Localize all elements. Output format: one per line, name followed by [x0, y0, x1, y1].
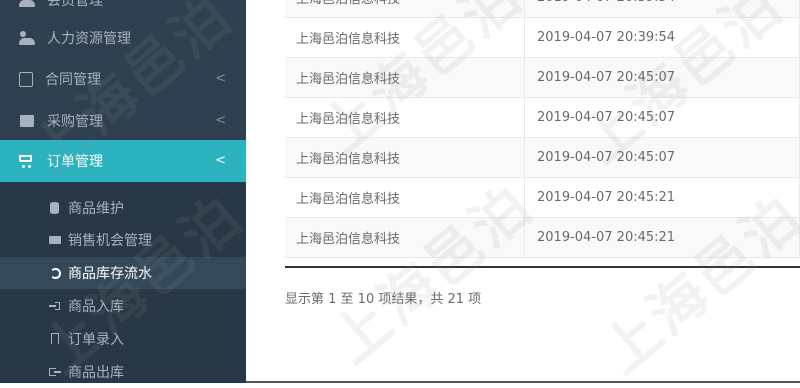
chevron-left-icon: <: [215, 113, 226, 128]
submenu-item-order-entry[interactable]: 订单录入: [0, 323, 246, 355]
orders-submenu: 商品维护 销售机会管理 商品库存流水 商品入库 订单录入 商品出库: [0, 182, 246, 383]
bookmark-icon: [49, 333, 61, 345]
time-cell: 2019-04-07 20:45:21: [525, 218, 800, 257]
time-cell: 2019-04-07 20:45:07: [525, 58, 800, 97]
sidebar-item-hr[interactable]: 人力资源管理: [0, 17, 246, 59]
sidebar: 会员管理 人力资源管理 合同管理 < 采购管理 < 订单管理 < 商品维护 销售…: [0, 0, 246, 383]
sidebar-item-label: 合同管理: [45, 72, 101, 88]
table-row[interactable]: 上海邑泊信息科技 2019-04-07 20:45:07: [285, 138, 800, 178]
table-row[interactable]: 上海邑泊信息科技 2019-04-07 20:39:54: [285, 0, 800, 18]
sidebar-item-orders[interactable]: 订单管理 <: [0, 140, 246, 182]
company-cell: 上海邑泊信息科技: [285, 58, 525, 97]
company-cell: 上海邑泊信息科技: [285, 18, 525, 57]
users-icon: [19, 30, 35, 46]
company-cell: 上海邑泊信息科技: [285, 178, 525, 217]
time-cell: 2019-04-07 20:39:54: [525, 0, 800, 17]
export-icon: [49, 366, 61, 378]
submenu-item-stock-out[interactable]: 商品出库: [0, 356, 246, 388]
submenu-item-label: 商品出库: [68, 365, 124, 381]
inventory-flow-table: 上海邑泊信息科技 2019-04-07 20:39:54 上海邑泊信息科技 20…: [285, 0, 800, 268]
sidebar-item-contracts[interactable]: 合同管理 <: [0, 58, 246, 100]
submenu-item-label: 商品入库: [68, 299, 124, 315]
submenu-item-label: 商品维护: [68, 201, 124, 217]
company-cell: 上海邑泊信息科技: [285, 138, 525, 177]
submenu-item-inventory-flow[interactable]: 商品库存流水: [0, 257, 246, 289]
archive-icon: [19, 113, 35, 129]
table-row[interactable]: 上海邑泊信息科技 2019-04-07 20:45:07: [285, 58, 800, 98]
submenu-item-product-maintenance[interactable]: 商品维护: [0, 192, 246, 224]
time-cell: 2019-04-07 20:45:07: [525, 98, 800, 137]
table-row[interactable]: 上海邑泊信息科技 2019-04-07 20:45:21: [285, 178, 800, 218]
company-cell: 上海邑泊信息科技: [285, 218, 525, 257]
card-icon: [49, 234, 61, 246]
submenu-item-label: 订单录入: [68, 332, 124, 348]
sidebar-item-label: 会员管理: [47, 0, 103, 9]
pagination-info: 显示第 1 至 10 项结果，共 21 项: [285, 292, 482, 307]
table-bottom-border: [285, 266, 800, 268]
sidebar-item-label: 采购管理: [47, 114, 103, 130]
time-cell: 2019-04-07 20:45:07: [525, 138, 800, 177]
users-icon: [19, 0, 35, 8]
time-cell: 2019-04-07 20:45:21: [525, 178, 800, 217]
table-row[interactable]: 上海邑泊信息科技 2019-04-07 20:39:54: [285, 18, 800, 58]
submenu-item-sales-opportunities[interactable]: 销售机会管理: [0, 224, 246, 256]
sidebar-item-purchasing[interactable]: 采购管理 <: [0, 100, 246, 142]
sidebar-item-label: 人力资源管理: [47, 31, 131, 47]
history-icon: [49, 267, 61, 279]
database-icon: [49, 202, 61, 214]
submenu-item-label: 销售机会管理: [68, 233, 152, 249]
company-cell: 上海邑泊信息科技: [285, 98, 525, 137]
document-icon: [19, 71, 33, 87]
chevron-left-icon: <: [215, 71, 226, 86]
submenu-item-stock-in[interactable]: 商品入库: [0, 290, 246, 322]
table-row[interactable]: 上海邑泊信息科技 2019-04-07 20:45:07: [285, 98, 800, 138]
chevron-left-icon: <: [215, 153, 226, 168]
sign-in-icon: [49, 300, 61, 312]
cart-icon: [19, 153, 35, 169]
table-row[interactable]: 上海邑泊信息科技 2019-04-07 20:45:21: [285, 218, 800, 258]
time-cell: 2019-04-07 20:39:54: [525, 18, 800, 57]
company-cell: 上海邑泊信息科技: [285, 0, 525, 17]
sidebar-item-label: 订单管理: [47, 154, 103, 170]
submenu-item-label: 商品库存流水: [68, 266, 152, 282]
